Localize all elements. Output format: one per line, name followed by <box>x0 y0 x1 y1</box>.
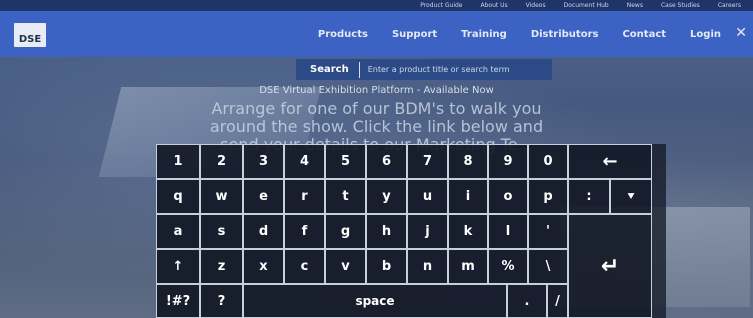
hide-keyboard-icon[interactable]: ⯆ <box>610 179 652 214</box>
key-3[interactable]: 3 <box>243 144 284 179</box>
key-l[interactable]: l <box>488 214 528 249</box>
nav-products[interactable]: Products <box>318 29 368 40</box>
main-nav: Products Support Training Distributors C… <box>318 11 721 57</box>
key-backslash[interactable]: \ <box>528 249 568 284</box>
key-c[interactable]: c <box>284 249 325 284</box>
topbar-link-news[interactable]: News <box>627 2 643 9</box>
key-r[interactable]: r <box>284 179 325 214</box>
key-a[interactable]: a <box>156 214 200 249</box>
key-p[interactable]: p <box>528 179 568 214</box>
search-input[interactable] <box>359 64 552 75</box>
topbar-link-case-studies[interactable]: Case Studies <box>661 2 700 9</box>
key-period[interactable]: . <box>507 284 547 318</box>
key-x[interactable]: x <box>243 249 284 284</box>
banner-title: DSE Virtual Exhibition Platform - Availa… <box>259 85 494 96</box>
key-q[interactable]: q <box>156 179 200 214</box>
key-b[interactable]: b <box>366 249 407 284</box>
enter-key[interactable]: ↵ <box>568 214 652 318</box>
nav-distributors[interactable]: Distributors <box>531 29 599 40</box>
key-z[interactable]: z <box>200 249 243 284</box>
nav-login[interactable]: Login <box>690 29 721 40</box>
key-6[interactable]: 6 <box>366 144 407 179</box>
banner-line-2: around the show. Click the link below an… <box>209 117 544 136</box>
key-question[interactable]: ? <box>200 284 243 318</box>
top-utility-bar: Product Guide About Us Videos Document H… <box>0 0 753 11</box>
key-8[interactable]: 8 <box>448 144 488 179</box>
key-w[interactable]: w <box>200 179 243 214</box>
key-7[interactable]: 7 <box>407 144 448 179</box>
backspace-key[interactable]: ← <box>568 144 652 179</box>
space-key[interactable]: space <box>243 284 507 318</box>
search-label[interactable]: Search <box>296 64 359 75</box>
key-s[interactable]: s <box>200 214 243 249</box>
topbar-link-careers[interactable]: Careers <box>718 2 741 9</box>
key-colon[interactable]: : <box>568 179 610 214</box>
key-y[interactable]: y <box>366 179 407 214</box>
key-i[interactable]: i <box>448 179 488 214</box>
key-e[interactable]: e <box>243 179 284 214</box>
key-t[interactable]: t <box>325 179 366 214</box>
close-icon[interactable]: ✕ <box>735 25 747 41</box>
key-m[interactable]: m <box>448 249 488 284</box>
key-f[interactable]: f <box>284 214 325 249</box>
key-u[interactable]: u <box>407 179 448 214</box>
nav-training[interactable]: Training <box>461 29 507 40</box>
key-0[interactable]: 0 <box>528 144 568 179</box>
key-d[interactable]: d <box>243 214 284 249</box>
topbar-link-document-hub[interactable]: Document Hub <box>564 2 609 9</box>
key-1[interactable]: 1 <box>156 144 200 179</box>
dse-logo[interactable]: DSE <box>14 23 46 47</box>
key-v[interactable]: v <box>325 249 366 284</box>
onscreen-keyboard: 1 2 3 4 5 6 7 8 9 0 ← q w e r t y u i o … <box>156 144 666 318</box>
key-4[interactable]: 4 <box>284 144 325 179</box>
key-apostrophe[interactable]: ' <box>528 214 568 249</box>
key-o[interactable]: o <box>488 179 528 214</box>
key-2[interactable]: 2 <box>200 144 243 179</box>
topbar-link-videos[interactable]: Videos <box>526 2 546 9</box>
nav-support[interactable]: Support <box>392 29 437 40</box>
banner-line-1: Arrange for one of our BDM's to walk you <box>211 99 542 118</box>
shift-key[interactable]: ↑ <box>156 249 200 284</box>
key-n[interactable]: n <box>407 249 448 284</box>
search-bar: Search <box>296 59 552 80</box>
key-j[interactable]: j <box>407 214 448 249</box>
key-g[interactable]: g <box>325 214 366 249</box>
key-slash[interactable]: / <box>547 284 568 318</box>
main-header: DSE Products Support Training Distributo… <box>0 11 753 57</box>
key-k[interactable]: k <box>448 214 488 249</box>
key-percent[interactable]: % <box>488 249 528 284</box>
key-h[interactable]: h <box>366 214 407 249</box>
key-5[interactable]: 5 <box>325 144 366 179</box>
symbols-key[interactable]: !#? <box>156 284 200 318</box>
topbar-link-product-guide[interactable]: Product Guide <box>420 2 462 9</box>
key-9[interactable]: 9 <box>488 144 528 179</box>
nav-contact[interactable]: Contact <box>622 29 666 40</box>
topbar-link-about-us[interactable]: About Us <box>481 2 508 9</box>
